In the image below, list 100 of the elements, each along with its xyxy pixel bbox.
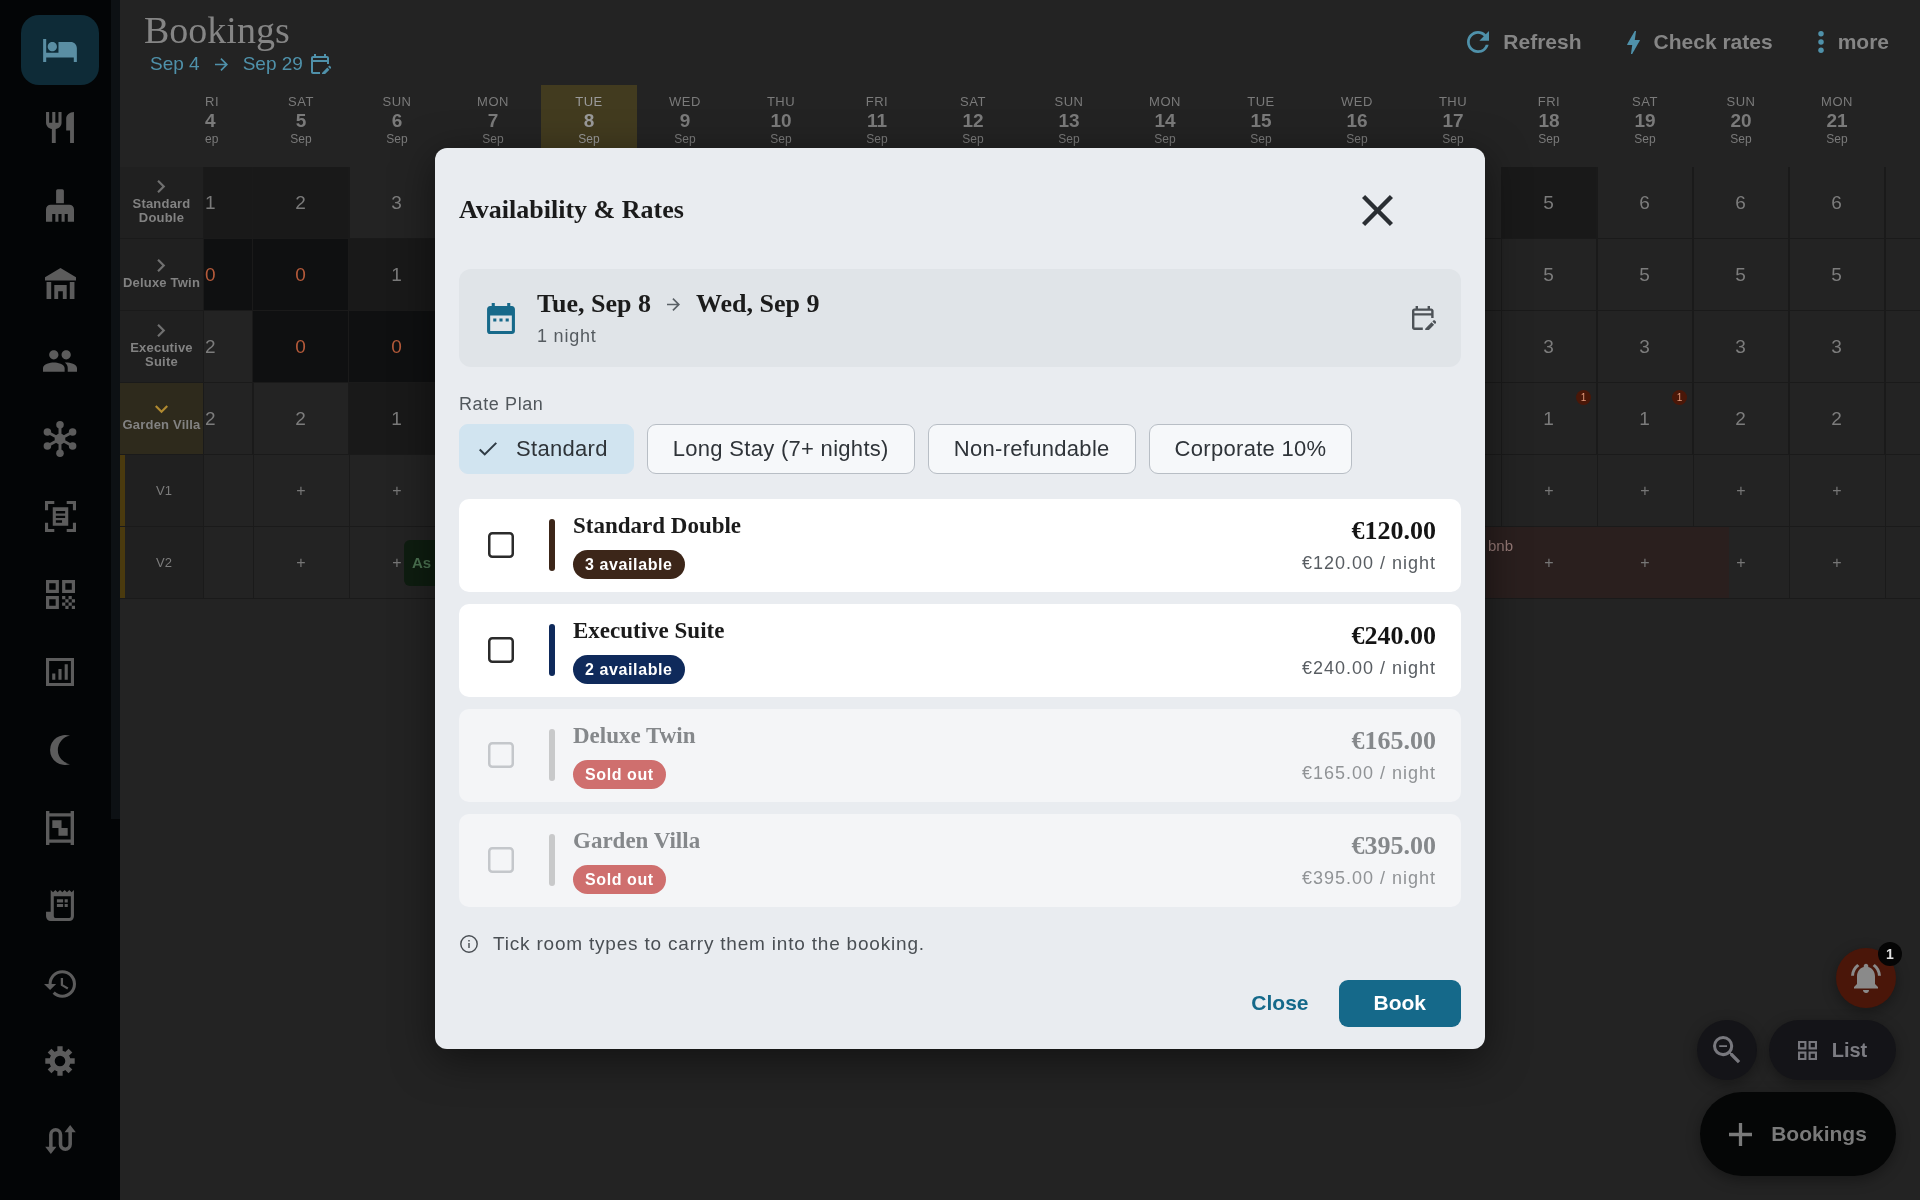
swap-icon[interactable] [44,1124,76,1154]
chevron-right-icon[interactable] [157,179,166,193]
availability-cell: 5 [1789,239,1885,310]
weekday-label: FRI [865,94,889,110]
shelves-icon[interactable] [46,810,74,845]
chevron-down-icon[interactable] [155,404,168,414]
day-number: 8 [583,110,595,132]
checkbox[interactable] [488,532,514,559]
nightly-rate: €120.00 / night [1301,552,1436,575]
add-button[interactable]: + [1736,553,1746,572]
chart-icon[interactable] [46,658,74,687]
day-number: 19 [1634,110,1656,132]
weekday-label: SAT [288,94,314,110]
day-number: 11 [866,110,888,132]
hint-text: Tick room types to carry them into the booking. [493,931,925,956]
add-button[interactable]: + [1544,553,1554,572]
history-icon[interactable] [44,969,76,998]
book-button[interactable]: Book [1338,979,1461,1027]
dialog-close-button[interactable] [1362,194,1393,226]
add-button[interactable]: + [1736,481,1746,500]
day-number: 10 [770,110,792,132]
calendar-edit-icon[interactable] [310,54,331,74]
range-start-date[interactable]: Sep 4 [150,53,200,75]
weekday-label: SUN [382,94,412,110]
close-button[interactable]: Close [1251,991,1309,1015]
month-label: Sep [1442,132,1464,146]
add-button[interactable]: + [1832,553,1842,572]
plus-icon [1729,1122,1753,1146]
room-card[interactable]: Executive Suite 2 available €240.00 €240.00 / night [459,604,1461,697]
scrollbar-thumb[interactable] [111,0,120,819]
more-button[interactable]: more [1817,22,1889,62]
rate-plan-chip[interactable]: Standard [459,424,634,474]
day-number: 12 [962,110,984,132]
rate-plan-chip[interactable]: Non-refundable [927,424,1136,474]
close-icon [1362,194,1393,226]
range-end-date[interactable]: Sep 29 [242,53,303,75]
room-price: €165.00 [1351,726,1436,757]
room-type-label: Garden Villa [122,417,201,433]
add-button[interactable]: + [1640,481,1650,500]
room-count: 1 [1639,407,1650,430]
availability-cell: 3 [1501,311,1597,382]
refresh-button[interactable]: Refresh [1467,22,1582,62]
add-button[interactable]: + [1832,481,1842,500]
month-label: Sep [770,132,792,146]
notifications-button[interactable] [1836,948,1896,1008]
month-label: Sep [290,132,312,146]
people-icon[interactable] [43,350,77,373]
add-button[interactable]: + [1544,481,1554,500]
new-booking-button[interactable]: Bookings [1700,1092,1896,1176]
qr-code-icon[interactable] [45,580,75,610]
booking-bar[interactable]: As [404,540,435,586]
room-type-name: Garden Villa [573,826,701,855]
building-icon[interactable] [44,267,76,299]
rate-plan-chip[interactable]: Corporate 10% [1148,424,1353,474]
month-label: Sep [1538,132,1560,146]
availability-cell: 0 [204,239,253,310]
arrow-right-icon [214,57,228,71]
nightly-rate: €165.00 / night [1301,762,1436,785]
expanded-row-header[interactable]: Garden Villa [120,383,204,454]
grid-icon [1797,1040,1817,1060]
zoom-out-icon [1713,1036,1741,1064]
add-button[interactable]: + [392,481,402,500]
chevron-right-icon[interactable] [157,258,166,272]
month-label: Sep [1826,132,1848,146]
availability-cell: 6 [1789,167,1885,238]
notification-count-badge: 1 [1878,942,1902,966]
month-label: Sep [386,132,408,146]
add-button[interactable]: + [1640,553,1650,572]
rate-plan-chip[interactable]: Long Stay (7+ nights) [646,424,915,474]
room-price: €395.00 [1351,831,1436,862]
availability-badge: Sold out [573,864,666,894]
add-button[interactable]: + [296,553,306,572]
room-type-label: Executive Suite [129,340,194,370]
calendar-icon [487,302,515,334]
add-button[interactable]: + [296,481,306,500]
calendar-edit-icon[interactable] [1412,306,1436,330]
month-label: Sep [578,132,600,146]
add-button[interactable]: + [392,553,402,572]
weekday-label: MON [1149,94,1181,110]
chevron-right-icon[interactable] [157,323,166,337]
weekday-label: SUN [1726,94,1756,110]
brush-icon[interactable] [46,189,74,223]
month-label: Sep [1154,132,1176,146]
scan-icon[interactable] [44,501,76,533]
room-unit-label: V2 [120,527,204,598]
settings-icon[interactable] [45,1046,75,1077]
weekday-label: MON [477,94,509,110]
moon-icon[interactable] [50,735,70,766]
room-card[interactable]: Standard Double 3 available €120.00 €120.00 / night [459,499,1461,592]
list-view-button[interactable]: List [1769,1020,1896,1080]
selected-nav-tile[interactable] [21,15,99,85]
check-rates-button[interactable]: Check rates [1626,22,1773,62]
fork-knife-icon[interactable] [46,112,74,144]
bed-icon[interactable] [43,38,77,62]
room-type-name: Deluxe Twin [573,721,696,750]
checkbox[interactable] [488,637,514,664]
receipt-icon[interactable] [46,890,74,922]
weekday-label: SAT [1632,94,1658,110]
network-icon[interactable] [43,421,77,457]
availability-cell: 3 [1597,311,1693,382]
